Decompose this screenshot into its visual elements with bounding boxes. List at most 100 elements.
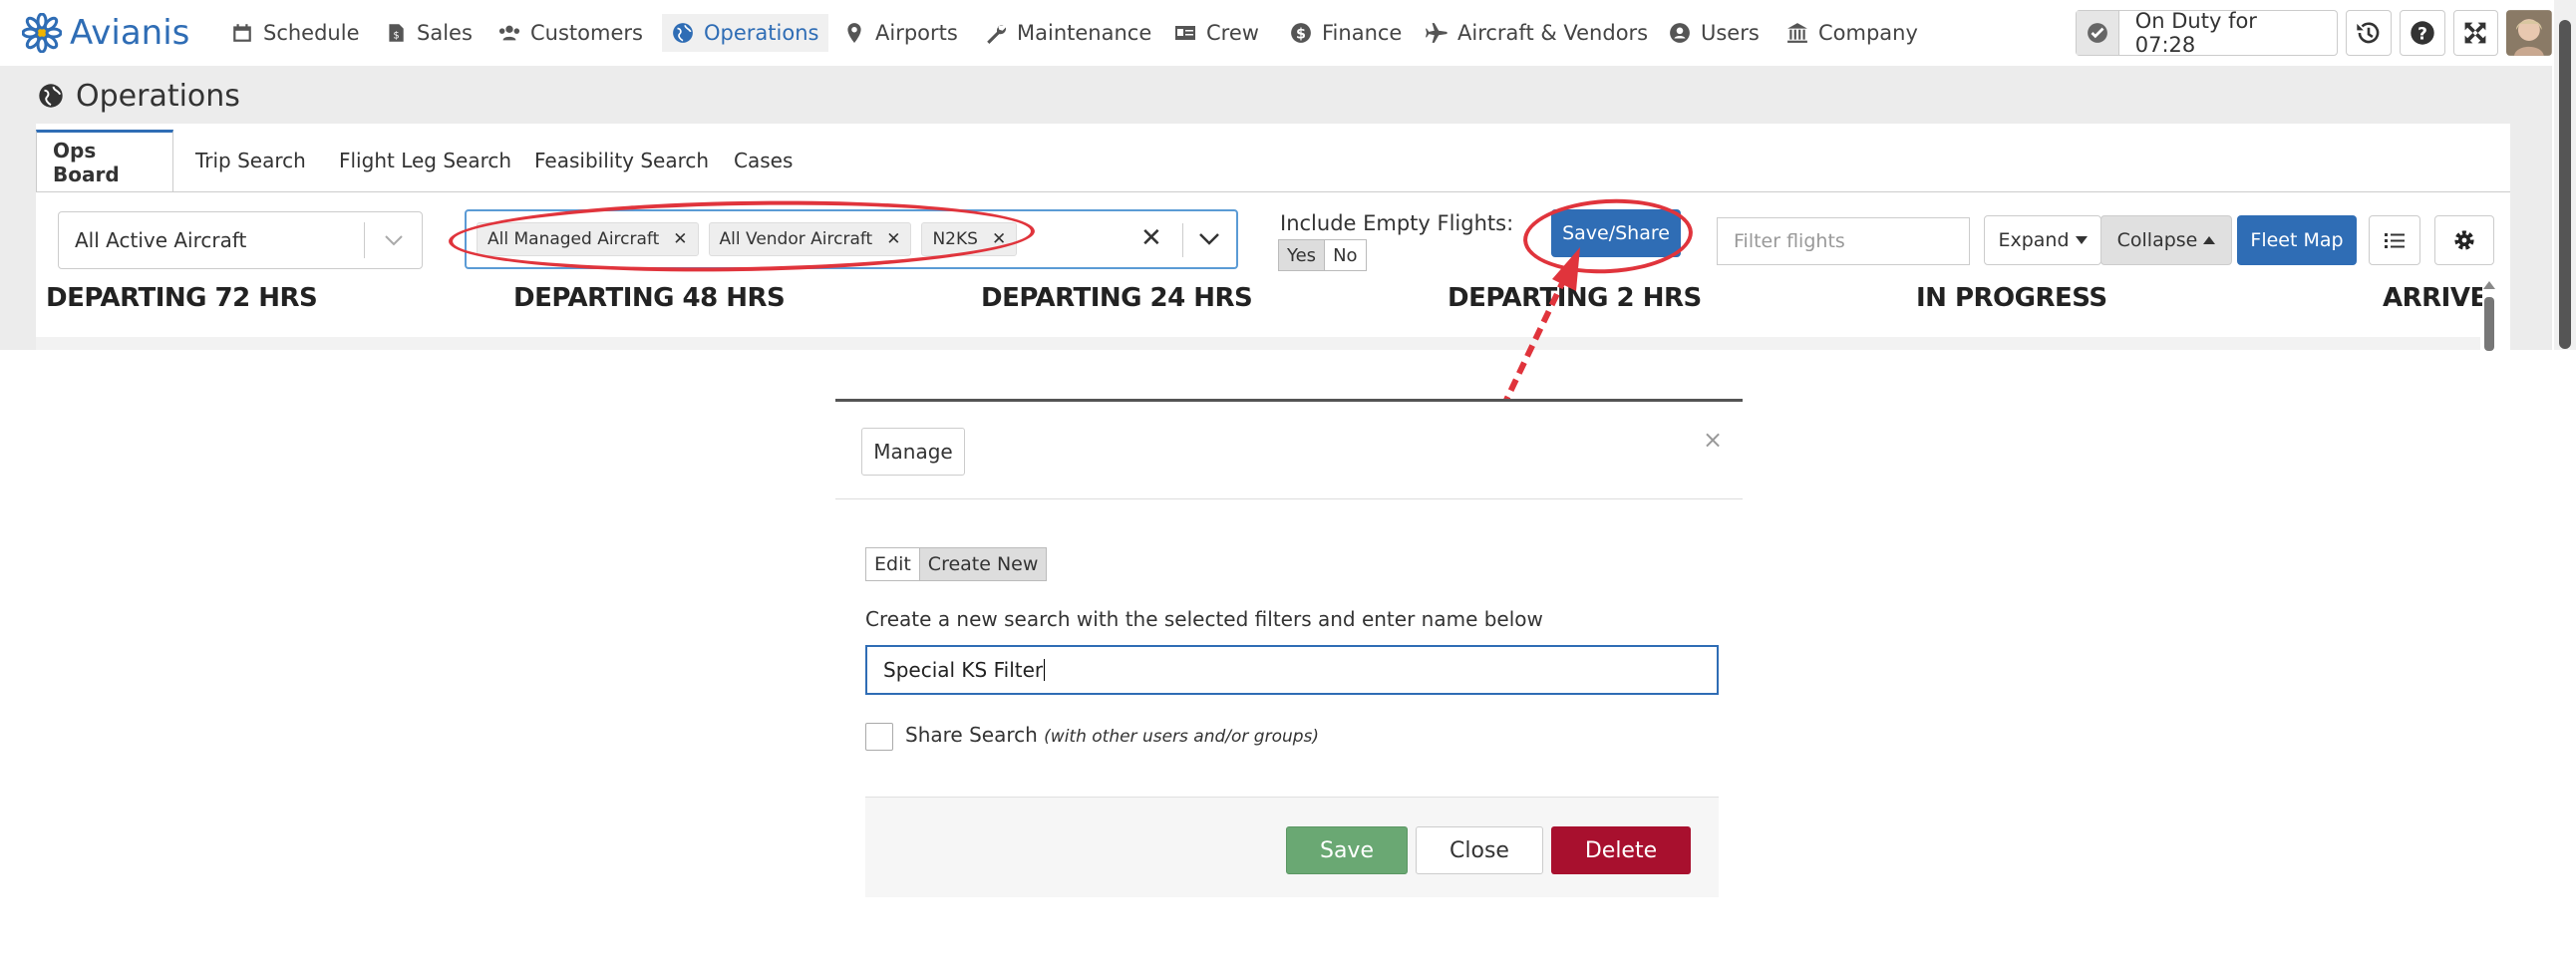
close-button[interactable]: Close (1416, 826, 1543, 874)
filter-flights-placeholder: Filter flights (1734, 230, 1845, 252)
share-hint: (with other users and/or groups) (1044, 727, 1320, 747)
nav-company[interactable]: Company (1776, 14, 1928, 52)
toggle-yes[interactable]: Yes (1278, 239, 1326, 271)
column-header: ARRIVED (2383, 283, 2482, 313)
chevron-down-icon[interactable] (1198, 231, 1220, 247)
avianis-logo-icon (22, 13, 62, 53)
nav-users[interactable]: Users (1659, 14, 1770, 52)
svg-text:$: $ (1296, 27, 1306, 43)
nav-operations[interactable]: Operations (662, 14, 829, 52)
caret-up-icon (2203, 236, 2216, 244)
bank-icon (1787, 23, 1807, 43)
nav-label: Finance (1322, 21, 1403, 45)
nav-label: Maintenance (1017, 21, 1152, 45)
fullscreen-button[interactable] (2452, 10, 2499, 56)
save-button[interactable]: Save (1286, 826, 1408, 874)
tab-ops-board[interactable]: Ops Board (36, 130, 173, 191)
page-title-text: Operations (76, 78, 240, 114)
avatar[interactable] (2506, 10, 2553, 56)
tab-trip-search[interactable]: Trip Search (179, 130, 322, 191)
search-name-input[interactable]: Special KS Filter (865, 645, 1719, 695)
brand-logo[interactable]: Avianis (22, 10, 189, 56)
tab-cases[interactable]: Cases (718, 130, 808, 191)
delete-button[interactable]: Delete (1551, 826, 1691, 874)
filter-flights-input[interactable]: Filter flights (1717, 217, 1970, 265)
nav-label: Sales (417, 21, 473, 45)
page-title: Operations (38, 74, 240, 118)
nav-label: Customers (530, 21, 643, 45)
aircraft-select-value: All Active Aircraft (75, 228, 247, 252)
tab-flight-leg-search[interactable]: Flight Leg Search (323, 130, 527, 191)
nav-airports[interactable]: Airports (833, 14, 968, 52)
text-cursor (1044, 659, 1046, 681)
dollar-circle-icon: $ (1291, 23, 1311, 43)
expand-label: Expand (1998, 229, 2070, 251)
nav-label: Airports (875, 21, 958, 45)
edit-tab-button[interactable]: Edit (865, 547, 920, 581)
expand-button[interactable]: Expand (1984, 215, 2101, 265)
collapse-button[interactable]: Collapse (2100, 215, 2232, 265)
tab-divider (36, 191, 2510, 192)
file-dollar-icon: $ (389, 24, 404, 42)
duty-status-text: On Duty for 07:28 (2134, 9, 2257, 57)
toggle-no[interactable]: No (1325, 239, 1367, 271)
help-button[interactable]: ? (2399, 10, 2445, 56)
gear-icon (2454, 230, 2474, 250)
column-header: IN PROGRESS (1916, 283, 2107, 313)
users-icon (498, 25, 520, 41)
column-header: DEPARTING 24 HRS (981, 283, 1253, 313)
nav-label: Schedule (263, 21, 360, 45)
save-search-modal: Manage × Edit Create New Create a new se… (835, 399, 1743, 970)
expand-arrows-icon (2464, 22, 2486, 44)
include-empty-label: Include Empty Flights: (1280, 211, 1514, 235)
share-search-label: Share Search (with other users and/or gr… (905, 723, 1319, 747)
create-new-tab-button[interactable]: Create New (919, 547, 1048, 581)
list-view-button[interactable] (2369, 215, 2420, 265)
nav-schedule[interactable]: Schedule (221, 14, 370, 52)
nav-customers[interactable]: Customers (488, 14, 653, 52)
aircraft-select[interactable]: All Active Aircraft (58, 211, 423, 269)
nav-label: Operations (704, 21, 819, 45)
window-scrollbar-thumb[interactable] (2559, 20, 2571, 349)
top-navbar: Avianis Schedule $ Sales Customers Opera… (0, 0, 2553, 66)
nav-finance[interactable]: $ Finance (1280, 14, 1412, 52)
user-circle-icon (1670, 23, 1690, 43)
id-card-icon (1175, 26, 1195, 40)
modal-header: Manage × (835, 402, 1743, 499)
globe-icon (673, 23, 693, 43)
nav-label: Aircraft & Vendors (1457, 21, 1649, 45)
manage-button[interactable]: Manage (861, 428, 965, 476)
share-search-checkbox[interactable] (865, 723, 893, 751)
column-header: DEPARTING 72 HRS (46, 283, 318, 313)
map-marker-icon (847, 23, 861, 43)
fleet-map-button[interactable]: Fleet Map (2237, 215, 2357, 265)
clear-all-icon[interactable]: ✕ (1140, 223, 1162, 253)
brand-name: Avianis (70, 13, 190, 53)
column-header: DEPARTING 48 HRS (513, 283, 786, 313)
nav-label: Company (1818, 21, 1918, 45)
list-icon (2385, 233, 2405, 248)
caret-down-icon (2075, 236, 2088, 244)
svg-text:$: $ (393, 31, 399, 42)
chevron-down-icon (385, 235, 403, 246)
history-icon (2357, 22, 2380, 44)
modal-description: Create a new search with the selected fi… (865, 607, 1543, 631)
duty-status-icon (2077, 11, 2119, 55)
nav-crew[interactable]: Crew (1164, 14, 1269, 52)
select-divider (364, 222, 365, 258)
duty-status[interactable]: On Duty for 07:28 (2076, 9, 2338, 57)
user-avatar-icon (2506, 10, 2553, 56)
svg-text:?: ? (2417, 24, 2427, 44)
board-content-top (36, 337, 2480, 350)
tab-feasibility-search[interactable]: Feasibility Search (518, 130, 725, 191)
nav-maintenance[interactable]: Maintenance (975, 14, 1161, 52)
nav-sales[interactable]: $ Sales (375, 14, 483, 52)
board-scrollbar[interactable] (2482, 281, 2496, 351)
nav-aircraft-vendors[interactable]: Aircraft & Vendors (1416, 14, 1658, 52)
globe-icon (39, 84, 63, 108)
calendar-icon (233, 24, 251, 42)
window-scrollbar[interactable] (2554, 0, 2576, 350)
settings-button[interactable] (2434, 215, 2494, 265)
history-button[interactable] (2345, 10, 2392, 56)
modal-close-icon[interactable]: × (1703, 426, 1723, 454)
